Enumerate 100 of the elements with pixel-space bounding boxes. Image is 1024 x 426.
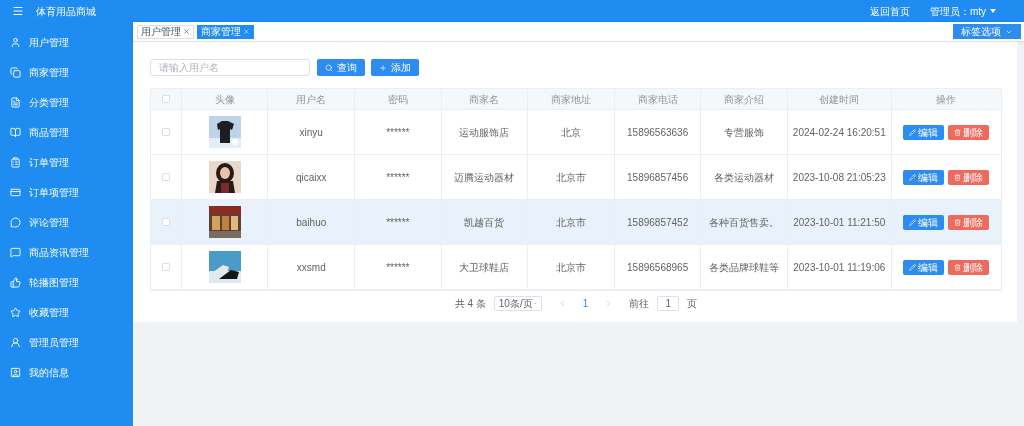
checkbox[interactable] [161, 95, 170, 103]
search-icon [325, 63, 333, 72]
table-cell-text: 2023-10-08 21:05:23 [792, 170, 886, 185]
sidebar-item[interactable]: 订单项管理 [0, 177, 133, 207]
user-menu[interactable]: 管理员：mty [929, 3, 996, 19]
tab-options-button[interactable]: 标签选项 [953, 24, 1021, 39]
app-title: 体育用品商城 [36, 4, 96, 19]
checkbox[interactable] [161, 128, 170, 136]
page-suffix: 页 [687, 297, 698, 311]
table-cell-text: 15896563636 [627, 125, 689, 140]
table-cell-text: 北京市 [556, 170, 587, 185]
plus-icon [379, 63, 387, 72]
trash-icon [954, 128, 962, 136]
sidebar-item[interactable]: 商品管理 [0, 117, 133, 147]
sidebar-item[interactable]: 商家管理 [0, 57, 133, 87]
table-cell-text: ****** [386, 260, 410, 275]
goto-label: 前往 [629, 297, 650, 311]
table-row[interactable]: xxsmd ****** 大卫球鞋店 北京市 15896568965 各类品牌球鞋等 2023-10-01 11:19:06 编辑 删除 [151, 245, 1001, 290]
sidebar-item[interactable]: 轮播图管理 [0, 267, 133, 297]
sidebar-item[interactable]: 我的信息 [0, 357, 133, 387]
table-cell-text: 15896857452 [627, 215, 689, 230]
total-count: 共 4 条 [454, 297, 486, 311]
table-cell-text: 15896857456 [627, 170, 689, 185]
chevron-down-icon [532, 300, 537, 307]
trash-icon [954, 173, 962, 181]
table-cell-text: 各类品牌球鞋等 [709, 260, 780, 275]
table-cell-text: 各种百货售卖。 [709, 215, 780, 230]
page-size-select[interactable]: 10条/页 [493, 296, 542, 311]
table-cell-text: ****** [386, 215, 410, 230]
caret-icon [990, 9, 996, 13]
trash-icon [954, 218, 962, 226]
table-cell-text: 运动服饰店 [459, 125, 510, 140]
sidebar-item[interactable]: 订单管理 [0, 147, 133, 177]
close-icon[interactable] [183, 28, 190, 35]
table-cell-text: 北京市 [556, 215, 587, 230]
table-cell-text: baihuo [296, 215, 327, 230]
table-cell-text: 2024-02-24 16:20:51 [792, 125, 886, 140]
card-icon [10, 186, 21, 198]
table-cell-text: ****** [386, 170, 410, 185]
id-card-icon [10, 366, 21, 378]
column-header: 商家地址 [551, 92, 592, 107]
page-field[interactable]: 1 [657, 296, 680, 311]
table-cell-text: 各类运动器材 [714, 170, 775, 185]
delete-button[interactable]: 删除 [948, 169, 990, 185]
table-cell-text: 北京 [561, 125, 582, 140]
sidebar-item[interactable]: 商品资讯管理 [0, 237, 133, 267]
user-icon [10, 36, 21, 48]
column-header: 商家电话 [637, 92, 678, 107]
query-button[interactable]: 查询 [317, 59, 365, 76]
table-cell-text: 凯越百货 [464, 215, 505, 230]
home-link[interactable]: 返回首页 [869, 3, 910, 19]
document-icon [10, 96, 21, 108]
sidebar-item[interactable]: 管理员管理 [0, 327, 133, 357]
table-row[interactable]: xinyu ****** 运动服饰店 北京 15896563636 专营服饰 2024-02-24 16:20:51 编辑 删除 [151, 110, 1001, 155]
column-header: 密码 [387, 92, 408, 107]
copy-icon [10, 66, 21, 78]
edit-button[interactable]: 编辑 [903, 214, 945, 230]
person-icon [10, 336, 21, 348]
delete-button[interactable]: 删除 [948, 259, 990, 275]
page-number[interactable]: 1 [574, 296, 597, 311]
column-header: 商家介绍 [724, 92, 765, 107]
menu-icon[interactable] [12, 5, 24, 17]
tab[interactable]: 商家管理 [197, 24, 254, 39]
edit-button[interactable]: 编辑 [903, 259, 945, 275]
sidebar-item[interactable]: 用户管理 [0, 27, 133, 57]
delete-button[interactable]: 删除 [948, 214, 990, 230]
table-cell-text: ****** [386, 125, 410, 140]
column-header: 用户名 [296, 92, 327, 107]
book-icon [10, 126, 21, 138]
pencil-icon [909, 173, 917, 181]
table-cell-text: xinyu [299, 125, 323, 140]
checkbox[interactable] [161, 218, 170, 226]
star-icon [10, 306, 21, 318]
table-row[interactable]: qicaixx ****** 迈腾运动器材 北京市 15896857456 各类运动器材 2023-10-08 21:05:23 编辑 删除 [151, 155, 1001, 200]
column-header: 头像 [214, 92, 235, 107]
pencil-icon [909, 263, 917, 271]
checkbox[interactable] [161, 263, 170, 271]
table-row[interactable]: baihuo ****** 凯越百货 北京市 15896857452 各种百货售卖。 2023-10-01 11:21:50 编辑 删除 [151, 200, 1001, 245]
sidebar-item[interactable]: 收藏管理 [0, 297, 133, 327]
edit-button[interactable]: 编辑 [903, 169, 945, 185]
sidebar-item[interactable]: 评论管理 [0, 207, 133, 237]
trash-icon [954, 263, 962, 271]
search-field[interactable]: 请输入用户名 [150, 59, 310, 76]
pencil-icon [909, 218, 917, 226]
clipboard-icon [10, 156, 21, 168]
delete-button[interactable]: 删除 [948, 124, 990, 140]
table-cell-text: 北京市 [556, 260, 587, 275]
table-cell-text: 2023-10-01 11:21:50 [793, 215, 886, 230]
checkbox[interactable] [161, 173, 170, 181]
add-button[interactable]: 添加 [371, 59, 419, 76]
chat-icon [10, 216, 21, 228]
column-header: 操作 [936, 92, 957, 107]
edit-button[interactable]: 编辑 [903, 124, 945, 140]
table-cell-text: xxsmd [296, 260, 326, 275]
table-cell-text: 15896568965 [627, 260, 689, 275]
tab[interactable]: 用户管理 [137, 24, 194, 39]
column-header: 创建时间 [819, 92, 860, 107]
table-cell-text: 专营服饰 [724, 125, 765, 140]
table-cell-text: 2023-10-01 11:19:06 [793, 260, 886, 275]
sidebar-item[interactable]: 分类管理 [0, 87, 133, 117]
